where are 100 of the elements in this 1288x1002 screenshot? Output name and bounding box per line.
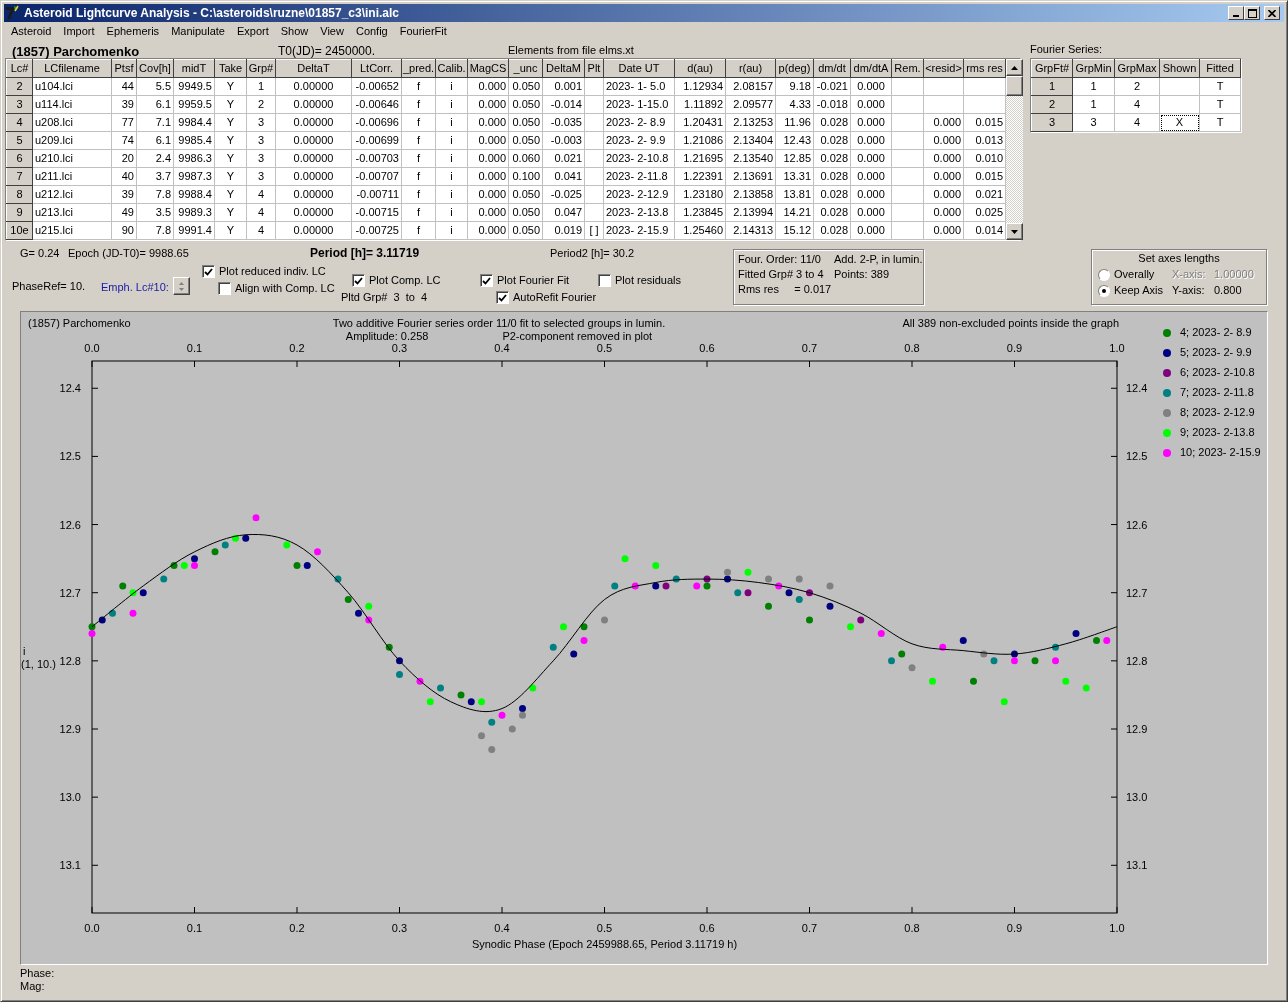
- table-cell: 2023- 1- 5.0: [603, 77, 675, 96]
- table-cell: 2.13691: [725, 167, 776, 186]
- table-cell: 0.000: [923, 167, 964, 186]
- table-cell: 0.015: [963, 167, 1006, 186]
- checkbox-label[interactable]: Plot reduced indiv. LC: [219, 265, 326, 278]
- table-cell: 14.21: [775, 203, 814, 222]
- axis-title: Synodic Phase (Epoch 2459988.65, Period 3.11719 h): [471, 938, 738, 950]
- menu-item[interactable]: Ephemeris: [100, 22, 166, 41]
- table-cell: 2023- 2-10.8: [603, 149, 675, 168]
- table-cell: 2.4: [136, 149, 174, 168]
- table-cell: 7.1: [136, 113, 174, 132]
- table-cell: u208.lci: [32, 113, 112, 132]
- table-cell: -0.00707: [351, 167, 402, 186]
- tick-label: 0.8: [904, 344, 920, 354]
- table-cell: 7.8: [136, 185, 174, 204]
- table-cell: f: [401, 149, 436, 168]
- tick-label: 0.6: [699, 344, 715, 354]
- table-cell: 9989.3: [173, 203, 215, 222]
- menu-item[interactable]: Manipulate: [165, 22, 231, 41]
- table-cell: 0.00000: [275, 113, 352, 132]
- axis-title: i: [23, 645, 26, 657]
- column-header: Cov[h]: [136, 59, 174, 78]
- table-cell: 11.96: [775, 113, 814, 132]
- table-cell: 0.00000: [275, 131, 352, 150]
- table-cell: -0.035: [542, 113, 585, 132]
- checkbox-label[interactable]: Plot Fourier Fit: [497, 274, 570, 287]
- radio-label[interactable]: Keep Axis: [1114, 284, 1163, 297]
- table-cell: 12.85: [775, 149, 814, 168]
- table-cell: 1.20431: [674, 113, 726, 132]
- table-cell: 0.021: [542, 149, 585, 168]
- column-header: Shown: [1159, 59, 1200, 78]
- tick-label: 0.3: [391, 344, 408, 354]
- table-cell: 0.019: [542, 221, 585, 240]
- menu-item[interactable]: View: [314, 22, 350, 41]
- table-cell: 1: [246, 77, 276, 96]
- table-cell: 4: [246, 203, 276, 222]
- table-cell: 20: [111, 149, 137, 168]
- table-cell: 1.22391: [674, 167, 726, 186]
- menu-item[interactable]: Show: [274, 22, 315, 41]
- checkbox-label[interactable]: Plot Comp. LC: [369, 274, 441, 287]
- table-cell: 2.14313: [725, 221, 776, 240]
- tick-label: 0.9: [1006, 344, 1023, 354]
- table-cell: 4: [246, 221, 276, 240]
- table-cell: 9987.3: [173, 167, 215, 186]
- menu-item[interactable]: Import: [57, 22, 101, 41]
- column-header: Grp#: [246, 59, 276, 78]
- column-header: _unc: [508, 59, 543, 78]
- legend-label: 10; 2023- 2-15.9: [1180, 446, 1261, 459]
- tick-label: 12.7: [1126, 586, 1148, 599]
- legend-label: 5; 2023- 2- 9.9: [1180, 346, 1252, 359]
- checkbox-label[interactable]: Align with Comp. LC: [235, 282, 335, 295]
- table-cell: 9985.4: [173, 131, 215, 150]
- table-cell: i: [435, 131, 468, 150]
- parameter-text: PhaseRef= 10.: [12, 279, 87, 293]
- table-cell: 2023- 2-13.8: [603, 203, 675, 222]
- column-header: rms res: [963, 59, 1006, 78]
- column-header: dm/dt: [813, 59, 851, 78]
- table-cell: 0.000: [850, 131, 892, 150]
- radio-label[interactable]: Overally: [1114, 268, 1155, 281]
- table-cell: 2.13994: [725, 203, 776, 222]
- table-cell: 1.12934: [674, 77, 726, 96]
- table-cell: X: [1159, 113, 1200, 132]
- tick-label: 1.0: [1109, 344, 1125, 354]
- table-cell: -0.025: [542, 185, 585, 204]
- table-cell: 3.5: [136, 203, 174, 222]
- elements-source: Elements from file elms.xt: [508, 44, 634, 57]
- table-cell: u104.lci: [32, 77, 112, 96]
- table-cell: f: [401, 131, 436, 150]
- table-cell: 0.050: [508, 185, 543, 204]
- tick-label: 12.9: [59, 723, 81, 735]
- table-cell: 0.000: [467, 149, 509, 168]
- checkbox-label[interactable]: AutoRefit Fourier: [513, 291, 597, 304]
- tick-label: 13.1: [59, 859, 81, 872]
- table-cell: Y: [214, 95, 247, 114]
- table-cell: 13.31: [775, 167, 814, 186]
- table-cell: f: [401, 77, 436, 96]
- table-cell: 4: [246, 185, 276, 204]
- table-cell: 0.000: [923, 221, 964, 240]
- table-cell: 74: [111, 131, 137, 150]
- table-cell: 3: [246, 131, 276, 150]
- table-cell: -0.00703: [351, 149, 402, 168]
- table-cell: 0.000: [467, 77, 509, 96]
- column-header: GrpFt#: [1031, 59, 1073, 78]
- tick-label: 12.8: [1126, 654, 1148, 667]
- menu-item[interactable]: Config: [349, 22, 394, 41]
- table-cell: 0.000: [923, 203, 964, 222]
- menu-item[interactable]: Export: [230, 22, 275, 41]
- table-cell: 0.028: [813, 149, 851, 168]
- table-cell: Y: [214, 185, 247, 204]
- menu-item[interactable]: Asteroid: [5, 22, 58, 41]
- table-cell: -0.00715: [351, 203, 402, 222]
- table-cell: 2.09577: [725, 95, 776, 114]
- table-cell: f: [401, 113, 436, 132]
- checkbox-label[interactable]: Plot residuals: [615, 274, 682, 287]
- menu-item[interactable]: FourierFit: [393, 22, 453, 41]
- section-caption: Fourier Series:: [1030, 42, 1104, 57]
- axis-value: 1.00000: [1214, 268, 1255, 281]
- table-cell: i: [435, 185, 468, 204]
- table-cell: 0.050: [508, 95, 543, 114]
- table-cell: 0.025: [963, 203, 1006, 222]
